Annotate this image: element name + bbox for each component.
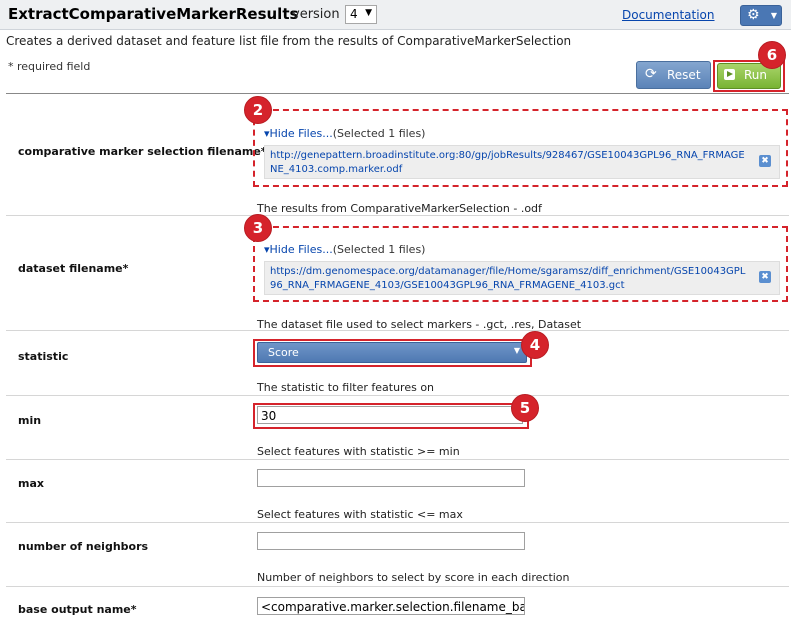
divider <box>6 586 789 587</box>
play-icon <box>724 69 735 80</box>
reset-label: Reset <box>667 68 701 82</box>
module-title: ExtractComparativeMarkerResults <box>8 5 299 23</box>
file-entry: https://dm.genomespace.org/datamanager/f… <box>264 261 780 295</box>
annotation-badge-5: 5 <box>511 394 539 422</box>
hide-files-link[interactable]: ▾Hide Files... <box>264 127 333 140</box>
param-label-cms-filename: comparative marker selection filename* <box>18 145 267 158</box>
param-desc-cms-filename: The results from ComparativeMarkerSelect… <box>257 202 542 215</box>
hide-files-toggle[interactable]: ▾Hide Files...(Selected 1 files) <box>264 127 425 140</box>
param-desc-neighbors: Number of neighbors to select by score i… <box>257 571 570 584</box>
param-label-max: max <box>18 477 44 490</box>
chevron-down-icon: ▼ <box>770 11 777 20</box>
remove-file-icon[interactable]: ✖ <box>759 155 771 167</box>
selected-count: (Selected 1 files) <box>332 127 426 140</box>
hide-files-link[interactable]: ▾Hide Files... <box>264 243 333 256</box>
statistic-value: Score <box>268 346 299 359</box>
gear-icon: ⚙ <box>747 7 760 23</box>
param-desc-dataset-filename: The dataset file used to select markers … <box>257 318 582 331</box>
required-field-note: * required field <box>8 60 91 73</box>
annotation-badge-3: 3 <box>244 214 272 242</box>
divider <box>6 215 789 216</box>
max-input[interactable] <box>257 469 525 487</box>
module-description: Creates a derived dataset and feature li… <box>6 34 572 48</box>
param-desc-max: Select features with statistic <= max <box>257 508 463 521</box>
divider <box>6 459 789 460</box>
divider <box>6 395 789 396</box>
statistic-select[interactable]: Score ▼ <box>257 342 527 363</box>
param-label-base-output: base output name* <box>18 603 137 616</box>
run-label: Run <box>744 68 768 82</box>
neighbors-input[interactable] <box>257 532 525 550</box>
file-entry: http://genepattern.broadinstitute.org:80… <box>264 145 780 179</box>
min-input[interactable]: 30 <box>257 406 523 424</box>
param-label-dataset-filename: dataset filename* <box>18 262 129 275</box>
version-label: version <box>292 7 340 22</box>
refresh-icon: ⟳ <box>645 66 657 82</box>
param-label-neighbors: number of neighbors <box>18 540 149 553</box>
chevron-down-icon: ▼ <box>365 8 372 18</box>
reset-button[interactable]: ⟳ Reset <box>636 61 711 89</box>
param-desc-min: Select features with statistic >= min <box>257 445 460 458</box>
divider <box>6 93 789 94</box>
annotation-badge-2: 2 <box>244 96 272 124</box>
file-url-link[interactable]: http://genepattern.broadinstitute.org:80… <box>270 149 751 177</box>
annotation-badge-4: 4 <box>521 331 549 359</box>
remove-file-icon[interactable]: ✖ <box>759 271 771 283</box>
divider <box>6 522 789 523</box>
file-url-link[interactable]: https://dm.genomespace.org/datamanager/f… <box>270 265 751 293</box>
selected-count: (Selected 1 files) <box>332 243 426 256</box>
param-desc-statistic: The statistic to filter features on <box>257 381 435 394</box>
version-select[interactable]: 4 ▼ <box>345 5 377 24</box>
documentation-link[interactable]: Documentation <box>622 8 715 22</box>
hide-files-toggle[interactable]: ▾Hide Files...(Selected 1 files) <box>264 243 425 256</box>
param-label-min: min <box>18 414 42 427</box>
annotation-badge-6: 6 <box>758 41 786 69</box>
chevron-down-icon: ▼ <box>513 346 520 355</box>
settings-menu-button[interactable]: ⚙ ▼ <box>740 5 782 26</box>
param-label-statistic: statistic <box>18 350 69 363</box>
base-output-input[interactable]: <comparative.marker.selection.filename_b… <box>257 597 525 615</box>
version-value: 4 <box>350 7 358 21</box>
